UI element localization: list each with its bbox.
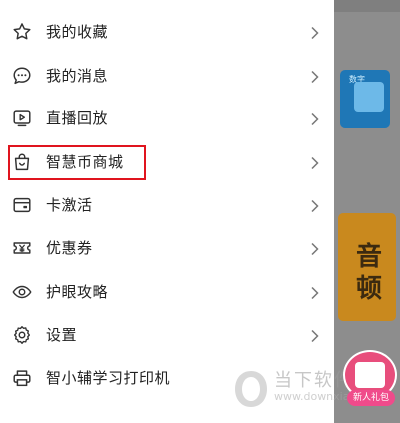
menu-item-label: 直播回放: [46, 109, 109, 127]
card-icon: [10, 193, 34, 217]
menu-item-messages[interactable]: 我的消息: [0, 54, 334, 97]
message-icon: [10, 64, 34, 88]
card-glyph: 音 顿: [356, 242, 383, 304]
side-drawer-menu: 我的收藏 我的消息 直播回放 智慧币商城 卡激活 优惠券 护眼攻略 设置 智小辅…: [0, 0, 334, 423]
menu-item-coupons[interactable]: 优惠券: [0, 226, 334, 269]
chevron-right-icon: [309, 111, 321, 125]
star-icon: [10, 20, 34, 44]
coupon-icon: [10, 236, 34, 260]
menu-item-label: 护眼攻略: [46, 283, 109, 301]
menu-item-favorites[interactable]: 我的收藏: [0, 10, 334, 53]
play-icon: [10, 106, 34, 130]
watermark: 当下软件园 www.downxia.com: [232, 364, 376, 414]
watermark-logo-icon: [235, 371, 267, 407]
menu-item-settings[interactable]: 设置: [0, 313, 334, 356]
menu-item-label: 我的消息: [46, 67, 109, 85]
course-card-math: 数字: [340, 70, 390, 128]
menu-item-label: 我的收藏: [46, 23, 109, 41]
card-illustration: [354, 82, 384, 112]
highlight-annotation-box: [8, 145, 146, 180]
chevron-right-icon: [309, 328, 321, 342]
gear-icon: [10, 323, 34, 347]
chevron-right-icon: [309, 285, 321, 299]
menu-item-label: 优惠券: [46, 239, 93, 257]
new-user-gift-badge[interactable]: 新人礼包: [343, 350, 399, 410]
gift-box-icon: [355, 362, 385, 388]
eye-icon: [10, 280, 34, 304]
chevron-right-icon: [309, 155, 321, 169]
gift-label: 新人礼包: [347, 390, 395, 406]
menu-item-live-replay[interactable]: 直播回放: [0, 96, 334, 139]
top-strip: [334, 0, 400, 12]
menu-item-eye-care[interactable]: 护眼攻略: [0, 270, 334, 313]
printer-icon: [10, 366, 34, 390]
menu-item-label: 设置: [46, 326, 78, 344]
chevron-right-icon: [309, 198, 321, 212]
chevron-right-icon: [309, 69, 321, 83]
chevron-right-icon: [309, 25, 321, 39]
menu-item-label: 智小辅学习打印机: [46, 369, 171, 387]
chevron-right-icon: [309, 241, 321, 255]
menu-item-label: 卡激活: [46, 196, 93, 214]
menu-item-card-activation[interactable]: 卡激活: [0, 183, 334, 226]
course-card-music: 音 顿: [338, 213, 396, 321]
